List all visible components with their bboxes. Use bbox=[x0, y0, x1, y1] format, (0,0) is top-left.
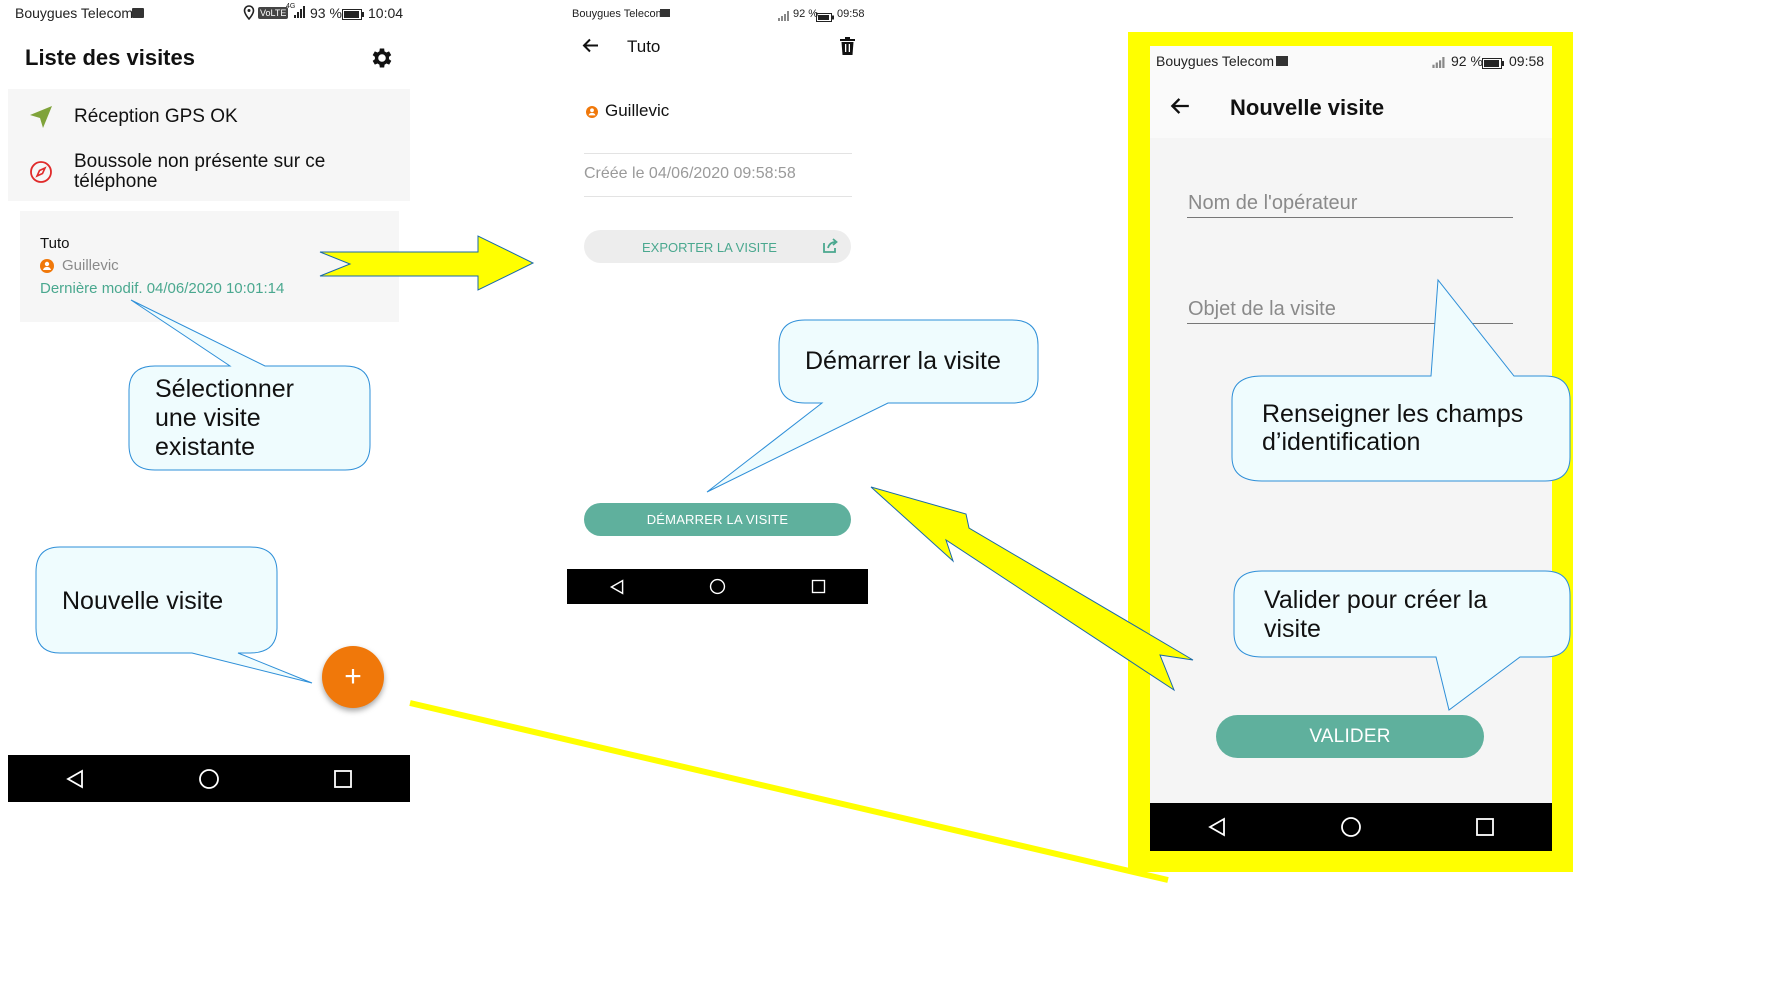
callout-bubbles bbox=[35, 278, 1571, 711]
callout-start-visit-text: Démarrer la visite bbox=[805, 347, 1001, 375]
callout-new-visit bbox=[35, 546, 313, 684]
callout-fill-fields-text: Renseigner les champs d’identification bbox=[1262, 400, 1524, 456]
callout-select-visit-text: Sélectionner une visite existante bbox=[155, 375, 294, 461]
callout-new-visit-text: Nouvelle visite bbox=[62, 587, 224, 615]
callout-start-visit bbox=[706, 319, 1039, 493]
callout-validate-text: Valider pour créer la visite bbox=[1264, 586, 1488, 643]
